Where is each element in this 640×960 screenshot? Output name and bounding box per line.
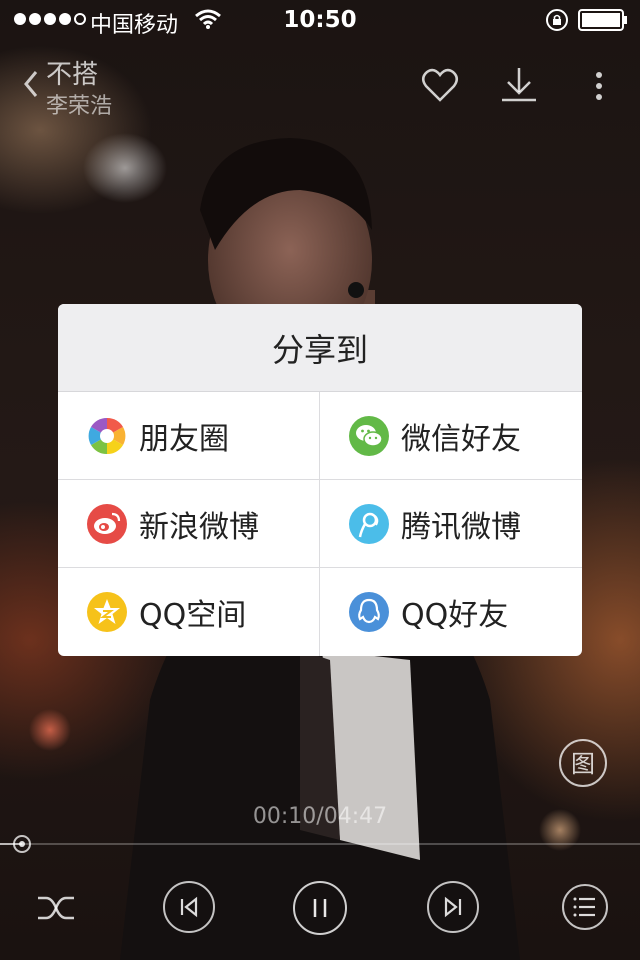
chevron-left-icon bbox=[24, 71, 38, 97]
share-option-wechat[interactable]: 微信好友 bbox=[320, 392, 582, 480]
skip-back-icon bbox=[180, 896, 198, 918]
share-option-label: 腾讯微博 bbox=[401, 509, 521, 545]
share-option-label: QQ空间 bbox=[139, 598, 247, 633]
status-bar: 中国移动 10:50 bbox=[0, 0, 640, 40]
share-dialog: 分享到 朋友圈 微信好友 新浪微博 腾讯微博 QQ空间 QQ好友 bbox=[58, 304, 582, 656]
qzone-icon bbox=[87, 592, 127, 632]
pause-button[interactable] bbox=[292, 880, 348, 936]
more-options-button[interactable] bbox=[586, 66, 612, 106]
share-option-label: 新浪微博 bbox=[139, 509, 259, 545]
share-option-sina-weibo[interactable]: 新浪微博 bbox=[58, 480, 320, 568]
artist-name: 李荣浩 bbox=[46, 94, 113, 119]
qq-icon bbox=[349, 592, 389, 632]
battery-icon bbox=[578, 9, 627, 31]
status-time: 10:50 bbox=[283, 7, 357, 33]
favorite-button[interactable] bbox=[420, 66, 460, 106]
previous-track-button[interactable] bbox=[162, 880, 216, 934]
share-dialog-title: 分享到 bbox=[58, 304, 582, 392]
playback-time: 00:10/04:47 bbox=[252, 804, 388, 829]
share-option-qq-friends[interactable]: QQ好友 bbox=[320, 568, 582, 656]
rotation-lock-icon bbox=[546, 9, 568, 31]
back-button[interactable] bbox=[18, 62, 48, 106]
progress-scrubber-handle[interactable] bbox=[11, 833, 33, 855]
download-icon bbox=[502, 68, 536, 102]
more-vertical-icon bbox=[596, 72, 602, 100]
next-track-button[interactable] bbox=[426, 880, 480, 934]
share-options-grid: 朋友圈 微信好友 新浪微博 腾讯微博 QQ空间 QQ好友 bbox=[58, 392, 582, 656]
download-button[interactable] bbox=[498, 64, 540, 106]
moments-icon bbox=[87, 416, 127, 456]
share-option-qzone[interactable]: QQ空间 bbox=[58, 568, 320, 656]
tencent-weibo-icon bbox=[349, 503, 389, 544]
share-option-moments[interactable]: 朋友圈 bbox=[58, 392, 320, 480]
wechat-icon bbox=[349, 415, 389, 456]
heart-icon bbox=[422, 68, 458, 102]
playlist-button[interactable] bbox=[560, 880, 610, 934]
progress-bar[interactable] bbox=[0, 843, 640, 845]
list-icon bbox=[579, 897, 595, 917]
share-option-tencent-weibo[interactable]: 腾讯微博 bbox=[320, 480, 582, 568]
song-title: 不搭 bbox=[46, 60, 99, 90]
share-option-label: QQ好友 bbox=[401, 598, 509, 633]
share-option-label: 微信好友 bbox=[401, 421, 521, 457]
skip-forward-icon bbox=[444, 896, 462, 918]
shuffle-icon bbox=[38, 896, 74, 920]
weibo-icon bbox=[87, 503, 127, 544]
album-art-label: 图 bbox=[571, 750, 595, 778]
shuffle-button[interactable] bbox=[36, 890, 76, 926]
pause-icon bbox=[313, 899, 327, 917]
album-art-toggle-button[interactable]: 图 bbox=[558, 738, 608, 788]
share-option-label: 朋友圈 bbox=[139, 421, 229, 457]
